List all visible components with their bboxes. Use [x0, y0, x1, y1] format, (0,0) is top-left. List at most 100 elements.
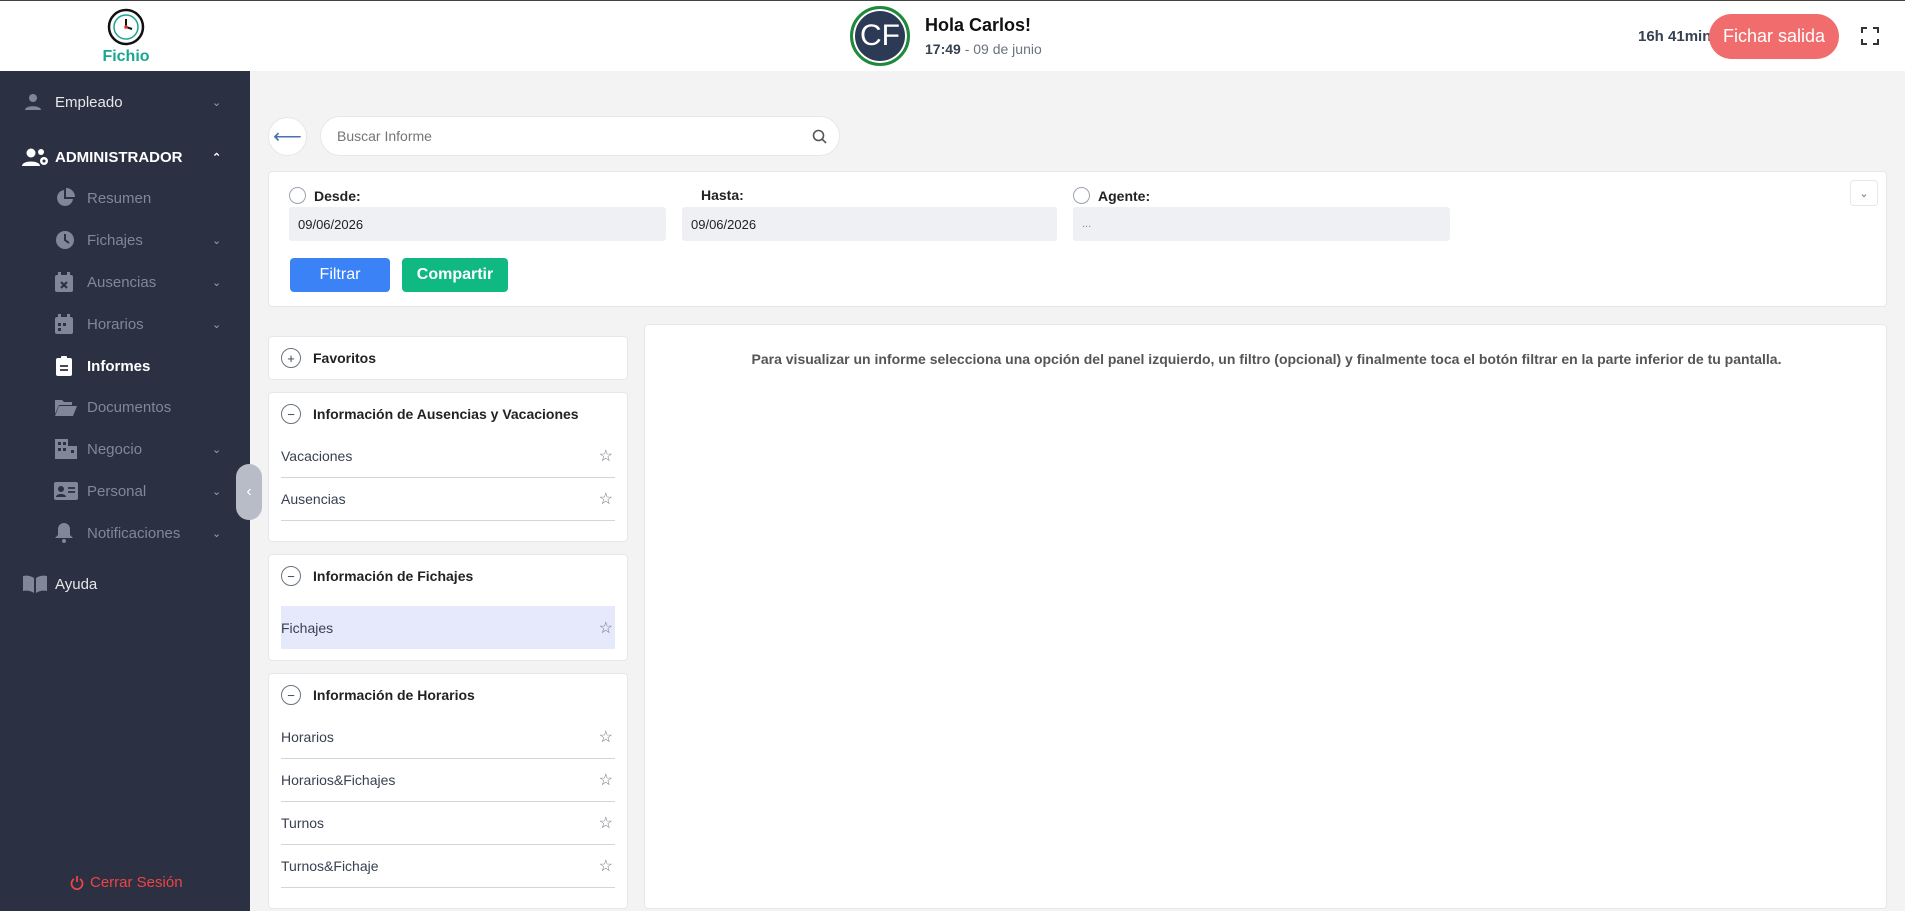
report-item-fichajes[interactable]: Fichajes ☆ [281, 606, 615, 649]
sidebar-item-informes[interactable]: Informes [0, 351, 250, 381]
sidebar-item-empleado[interactable]: Empleado ⌄ [0, 87, 250, 117]
agente-filter-label[interactable]: Agente: [1073, 187, 1150, 204]
report-label: Turnos&Fichaje [281, 858, 379, 874]
chevron-left-icon: ‹ [246, 483, 252, 500]
sidebar-item-ausencias[interactable]: Ausencias ⌄ [0, 267, 250, 297]
arrow-left-icon: ⟵ [273, 126, 302, 148]
back-button[interactable]: ⟵ [268, 117, 307, 156]
sidebar-item-negocio[interactable]: Negocio ⌄ [0, 434, 250, 464]
panel-title: Información de Horarios [313, 687, 475, 703]
chevron-up-icon: ⌃ [212, 151, 222, 164]
chevron-down-icon: ⌄ [212, 443, 222, 456]
sidebar-label: Documentos [87, 398, 172, 416]
report-label: Vacaciones [281, 448, 353, 464]
logout-label: Cerrar Sesión [90, 874, 183, 891]
sidebar-item-documentos[interactable]: Documentos [0, 392, 250, 422]
empty-state-message: Para visualizar un informe selecciona un… [751, 351, 1782, 367]
report-item-turnos[interactable]: Turnos ☆ [281, 802, 615, 845]
desde-label: Desde: [314, 187, 361, 204]
chevron-down-icon: ⌄ [212, 485, 222, 498]
compartir-button[interactable]: Compartir [402, 258, 508, 292]
sidebar-collapse-button[interactable]: ‹ [236, 464, 262, 520]
users-cog-icon [22, 147, 50, 167]
greeting-datetime: 17:49 - 09 de junio [925, 41, 1042, 57]
clipboard-icon [56, 356, 72, 376]
sidebar-item-administrador[interactable]: ADMINISTRADOR ⌃ [0, 142, 250, 172]
filtrar-button[interactable]: Filtrar [290, 258, 390, 292]
agente-label: Agente: [1098, 187, 1151, 204]
search-input[interactable] [337, 117, 797, 155]
chevron-down-icon: ⌄ [212, 318, 222, 331]
star-icon[interactable]: ☆ [599, 489, 613, 509]
desde-date-field[interactable]: 09/06/2026 [289, 207, 666, 241]
agente-select[interactable]: ... [1073, 207, 1450, 241]
star-icon[interactable]: ☆ [599, 618, 613, 638]
hasta-label: Hasta: [701, 187, 744, 203]
fullscreen-icon[interactable] [1861, 27, 1879, 45]
calendar-x-icon [55, 272, 73, 292]
sidebar-label: Personal [87, 482, 147, 500]
report-item-turnos-fichaje[interactable]: Turnos&Fichaje ☆ [281, 845, 615, 888]
current-date: - 09 de junio [964, 41, 1042, 57]
plus-circle-icon: + [281, 348, 301, 368]
fichio-logo[interactable]: Fichio [100, 7, 152, 67]
report-label: Horarios [281, 729, 334, 745]
chevron-down-icon: ⌄ [212, 527, 222, 540]
hasta-filter-label: Hasta: [701, 187, 744, 203]
agente-checkbox[interactable] [1073, 187, 1090, 204]
sidebar-label: Fichajes [87, 231, 143, 249]
star-icon[interactable]: ☆ [599, 770, 613, 790]
desde-filter-label[interactable]: Desde: [289, 187, 361, 204]
filter-collapse-button[interactable]: ⌄ [1850, 180, 1878, 206]
sidebar-label: Ausencias [87, 273, 157, 291]
power-icon [70, 875, 84, 890]
logo-text: Fichio [102, 48, 150, 65]
search-icon[interactable] [812, 129, 827, 144]
star-icon[interactable]: ☆ [599, 727, 613, 747]
favoritos-header[interactable]: + Favoritos [281, 348, 376, 368]
fichajes-panel: − Información de Fichajes Fichajes ☆ [268, 554, 628, 661]
report-item-vacaciones[interactable]: Vacaciones ☆ [281, 435, 615, 478]
book-open-icon [23, 575, 47, 593]
report-label: Turnos [281, 815, 325, 831]
logout-link[interactable]: Cerrar Sesión [70, 874, 183, 891]
sidebar-item-horarios[interactable]: Horarios ⌄ [0, 309, 250, 339]
clock-logo-icon [107, 8, 145, 46]
report-item-horarios[interactable]: Horarios ☆ [281, 716, 615, 759]
sidebar-label: Ayuda [55, 575, 98, 593]
sidebar-label: Informes [87, 357, 151, 375]
horarios-panel: − Información de Horarios Horarios ☆ Hor… [268, 673, 628, 909]
fichar-salida-button[interactable]: Fichar salida [1709, 14, 1839, 59]
sidebar-label: Resumen [87, 189, 152, 207]
avatar[interactable]: CF [850, 6, 910, 66]
sidebar-item-ayuda[interactable]: Ayuda [0, 569, 250, 599]
desde-checkbox[interactable] [289, 187, 306, 204]
sidebar-item-notificaciones[interactable]: Notificaciones ⌄ [0, 518, 250, 548]
report-item-ausencias[interactable]: Ausencias ☆ [281, 478, 615, 521]
report-item-horarios-fichajes[interactable]: Horarios&Fichajes ☆ [281, 759, 615, 802]
star-icon[interactable]: ☆ [599, 813, 613, 833]
chevron-down-icon: ⌄ [212, 96, 222, 109]
favoritos-panel: + Favoritos [268, 336, 628, 380]
top-header: Fichio CF Hola Carlos! 17:49 - 09 de jun… [0, 0, 1905, 71]
id-card-icon [54, 482, 78, 500]
horarios-header[interactable]: − Información de Horarios [281, 685, 475, 705]
star-icon[interactable]: ☆ [599, 446, 613, 466]
minus-circle-icon: − [281, 685, 301, 705]
star-icon[interactable]: ☆ [599, 856, 613, 876]
chevron-down-icon: ⌄ [1859, 187, 1869, 200]
sidebar-item-resumen[interactable]: Resumen [0, 183, 250, 213]
sidebar-item-fichajes[interactable]: Fichajes ⌄ [0, 225, 250, 255]
sidebar-label: Empleado [55, 93, 123, 111]
chevron-down-icon: ⌄ [212, 276, 222, 289]
sidebar-label: Horarios [87, 315, 144, 333]
fichajes-header[interactable]: − Información de Fichajes [281, 566, 473, 586]
user-icon [24, 93, 42, 111]
ausencias-header[interactable]: − Información de Ausencias y Vacaciones [281, 404, 579, 424]
clock-icon [55, 230, 75, 250]
calendar-icon [55, 314, 73, 334]
greeting-title: Hola Carlos! [925, 15, 1032, 35]
sidebar-item-personal[interactable]: Personal ⌄ [0, 476, 250, 506]
sidebar-label: ADMINISTRADOR [55, 148, 183, 166]
hasta-date-field[interactable]: 09/06/2026 [682, 207, 1057, 241]
